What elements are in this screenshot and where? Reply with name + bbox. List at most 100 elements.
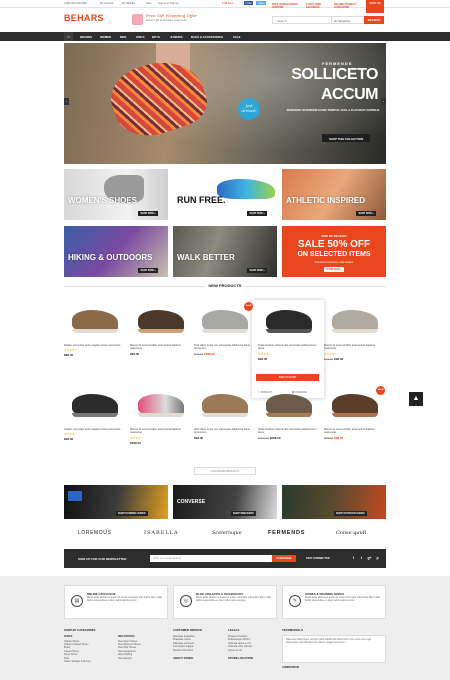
banner-shop-button[interactable]: SHOP OUTDOOR SHOES xyxy=(334,511,367,516)
tweet-button[interactable]: Tweet xyxy=(256,1,266,5)
feature-text: Metus tellus ultricies et quam vel ornar… xyxy=(305,597,380,602)
product-card[interactable]: Mauris sit amet porttitor ante lacinia d… xyxy=(130,300,192,356)
product-card[interactable]: Nulla interdum diverra des commodo sabsi… xyxy=(258,384,320,440)
sale-badge: SALE xyxy=(244,302,253,311)
footer-feature-catalogue[interactable]: ▤ ONLINE CATALOGUE Metus tellus ultricie… xyxy=(64,585,168,619)
feature-text: Metus tellus ultricies et quam vel ornar… xyxy=(196,597,271,602)
slider-prev-arrow-icon[interactable]: ‹ xyxy=(64,98,69,105)
product-card[interactable]: Nulla interdum diverra des commodo sabsi… xyxy=(258,300,320,361)
brand-logo[interactable]: Conse-qauR xyxy=(336,530,366,536)
product-image[interactable] xyxy=(324,384,386,424)
slider-next-arrow-icon[interactable]: › xyxy=(381,98,386,105)
nav-sale[interactable]: SALE xyxy=(233,35,240,39)
product-card[interactable]: Duis ullam turpis non consequat adipisci… xyxy=(194,384,256,440)
footer-link[interactable]: New Apparel xyxy=(118,657,141,660)
product-card[interactable]: Mauris sit amet porttitor ante lacinia d… xyxy=(324,300,386,361)
product-card[interactable]: Mauris sit amet porttitor ante lacinia d… xyxy=(130,384,192,445)
promo-subtitle: Select a gift at checkout. Learn more xyxy=(146,19,187,22)
tile-womens-shoes[interactable]: WOMEN'S SHOES SHOP NOW » xyxy=(64,169,168,220)
product-name[interactable]: Mauris sit amet porttitor ante lacinia d… xyxy=(130,344,192,351)
tile-shop-button[interactable]: SHOP NOW » xyxy=(247,211,268,216)
pinterest-icon[interactable]: p xyxy=(374,555,381,562)
product-name[interactable]: Nullam commodo ante magittis ornare accu… xyxy=(64,344,126,347)
banner-outdoor[interactable]: SHOP OUTDOOR SHOES xyxy=(282,485,386,519)
stay-connected-label: STAY CONNECTED xyxy=(306,557,330,560)
product-card[interactable]: Nullam commodo ante magittis ornare accu… xyxy=(64,384,126,441)
product-name[interactable]: Mauris sit amet porttitor ante lacinia d… xyxy=(324,428,386,435)
site-logo[interactable]: BEHARS xyxy=(64,13,104,23)
nav-bags[interactable]: BAGS & ACCESSORIES xyxy=(191,35,223,39)
brand-logo[interactable]: LOREMOUS xyxy=(78,530,111,536)
footer-link[interactable]: Nemais dronn libro xyxy=(173,649,202,652)
footer-link[interactable]: Heels, Wedges & Pumps xyxy=(64,660,96,663)
product-name[interactable]: Nulla interdum diverra des commodo sabsi… xyxy=(258,428,320,435)
product-card[interactable]: Nullam commodo ante magittis ornare accu… xyxy=(64,300,126,357)
product-name[interactable]: Duis ullam turpis non consequat adipisci… xyxy=(194,428,256,435)
banner-shop-button[interactable]: SHOP SNEAKERS xyxy=(231,511,256,516)
banner-running[interactable]: SHOP RUNNING SHOES xyxy=(64,485,168,519)
product-name[interactable]: Mauris sit amet porttitor ante lacinia d… xyxy=(130,428,192,435)
product-card[interactable]: Mauris sit amet porttitor ante lacinia d… xyxy=(324,384,386,440)
tile-shop-button[interactable]: SHOP NOW » xyxy=(138,268,159,273)
tile-run-free[interactable]: RUN FREE. SHOP NOW » xyxy=(173,169,277,220)
testimonial-author: LOREM IPSUM xyxy=(282,666,299,669)
product-image[interactable] xyxy=(194,384,256,424)
google-plus-icon[interactable]: g+ xyxy=(366,555,373,562)
product-name[interactable]: Nullam commodo ante magittis ornare accu… xyxy=(64,428,126,431)
load-more-button[interactable]: LOAD MORE PRODUCTS xyxy=(194,467,256,475)
hero-shop-button[interactable]: SHOP THIS COLLECTION xyxy=(322,134,370,142)
banner-shop-button[interactable]: SHOP RUNNING SHOES xyxy=(116,511,148,516)
search-button[interactable]: SEARCH xyxy=(364,16,384,24)
product-name[interactable]: Mauris sit amet porttitor ante lacinia d… xyxy=(324,344,386,351)
category-select[interactable]: all categories xyxy=(331,17,363,23)
cart-button[interactable]: CART (0) xyxy=(366,0,384,13)
tile-hiking-outdoors[interactable]: HIKING & OUTDOORS SHOP NOW » xyxy=(64,226,168,277)
nav-girls[interactable]: GIRLS xyxy=(136,35,145,39)
facebook-icon[interactable]: f xyxy=(350,555,357,562)
product-name[interactable]: Duis ullam turpis non consequat adipisci… xyxy=(194,344,256,351)
signin-link[interactable]: Sign in or Sign up xyxy=(158,2,178,5)
product-image[interactable] xyxy=(324,300,386,340)
nav-brands[interactable]: BRANDS xyxy=(80,35,92,39)
banner-converse[interactable]: CONVERSE SHOP SNEAKERS xyxy=(173,485,277,519)
product-image[interactable] xyxy=(130,300,192,340)
product-image[interactable] xyxy=(258,300,320,340)
help-link[interactable]: Help xyxy=(146,2,151,5)
product-image[interactable] xyxy=(130,384,192,424)
nav-men[interactable]: MEN xyxy=(120,35,126,39)
gift-promo[interactable]: Free Gift Wrapping Offer Select a gift a… xyxy=(132,13,202,27)
search-input[interactable]: Search xyxy=(277,19,287,23)
hero-slider[interactable]: FERMENDS SOLLICETO ACCUM Just Arrived! P… xyxy=(64,43,386,164)
nav-boys[interactable]: BOYS xyxy=(152,35,160,39)
newsletter-email-input[interactable]: enter your email address xyxy=(150,555,272,562)
footer-link[interactable]: Fames ac tut xyxy=(228,649,253,652)
brand-logo[interactable]: ISABELLA xyxy=(144,530,179,536)
testimonials: TESTIMONIALS Maecenas ullamcorper sed qu… xyxy=(282,628,386,669)
tile-sale-50[interactable]: END OF SEASON SALE 50% OFF ON SELECTED I… xyxy=(282,226,386,277)
hero-title-line1: SOLLICETO xyxy=(291,66,378,83)
tile-shop-button[interactable]: SHOP NOW » xyxy=(247,268,268,273)
tile-walk-better[interactable]: WALK BETTER SHOP NOW » xyxy=(173,226,277,277)
home-icon[interactable]: ⌂ xyxy=(64,32,73,41)
twitter-icon[interactable]: t xyxy=(358,555,365,562)
tile-shop-button[interactable]: SHOP NOW » xyxy=(138,211,159,216)
subscribe-button[interactable]: SUBSCRIBE xyxy=(272,555,296,562)
my-wishlist-link[interactable]: My Wishlist xyxy=(122,2,135,5)
brand-logo[interactable]: FERMENDS xyxy=(268,530,305,536)
scroll-to-top-icon[interactable]: ▲ xyxy=(409,392,423,406)
product-image[interactable] xyxy=(258,384,320,424)
product-name[interactable]: Nulla interdum diverra des commodo sabsi… xyxy=(258,344,320,351)
facebook-like-button[interactable]: f Like xyxy=(244,1,254,5)
nav-women[interactable]: WOMEN xyxy=(100,35,111,39)
footer-feature-blog[interactable]: ◎ BLOG ATHLETICS & TECHNOLOGY Metus tell… xyxy=(173,585,277,619)
tile-shop-button[interactable]: SHOP NOW » xyxy=(356,211,377,216)
tile-athletic-inspired[interactable]: ATHLETIC INSPIRED SHOP NOW » xyxy=(282,169,386,220)
footer-feature-guides[interactable]: ✎ GUIDES & TRAINING ADVICE Metus tellus … xyxy=(282,585,386,619)
add-to-cart-button[interactable]: ADD TO CART xyxy=(256,374,319,381)
brand-logo[interactable]: Scelerisque xyxy=(212,530,242,536)
nav-juniors[interactable]: JUNIORS xyxy=(170,35,182,39)
my-account-link[interactable]: My Account xyxy=(100,2,113,5)
product-image[interactable] xyxy=(64,384,126,424)
product-image[interactable] xyxy=(64,300,126,340)
sale-shop-button[interactable]: SHOP NOW » xyxy=(324,267,345,272)
